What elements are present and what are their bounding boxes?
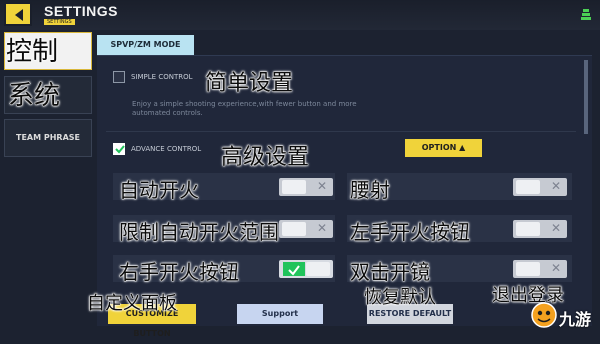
sidebar-item-team-phrase-label: TEAM PHRASE xyxy=(16,133,80,142)
sidebar-item-system-label: 系统 xyxy=(8,81,61,112)
check-icon xyxy=(115,145,125,154)
toggle-knob xyxy=(516,262,540,276)
x-icon: ✕ xyxy=(550,221,561,235)
setting-label-double-tap-scope: 双击开镜 xyxy=(350,260,431,285)
tab-spvp-zm-mode[interactable]: SPVP/ZM MODE xyxy=(97,35,194,55)
page-title: SETTINGS xyxy=(44,3,119,19)
x-icon: ✕ xyxy=(316,179,327,193)
watermark-text: 九游 xyxy=(559,310,592,329)
sidebar-item-team-phrase[interactable]: TEAM PHRASE xyxy=(4,119,92,157)
right-fire-toggle[interactable] xyxy=(279,260,333,278)
simple-control-description: Enjoy a simple shooting experience,with … xyxy=(132,100,357,117)
customize-overlay-label: 自定义面板 xyxy=(87,293,178,315)
back-arrow-icon xyxy=(15,9,23,21)
section-divider xyxy=(106,131,576,132)
setting-label-limit-auto-fire: 限制自动开火范围 xyxy=(119,220,280,245)
setting-label-hip-fire: 腰射 xyxy=(350,178,391,203)
setting-label-auto-fire: 自动开火 xyxy=(119,178,200,203)
x-icon: ✕ xyxy=(550,261,561,275)
toggle-knob xyxy=(516,222,540,236)
limit-auto-fire-toggle[interactable]: ✕ xyxy=(279,220,333,238)
auto-fire-toggle[interactable]: ✕ xyxy=(279,178,333,196)
advance-control-checkbox[interactable] xyxy=(113,143,125,155)
sidebar-item-control-label: 控制 xyxy=(6,37,59,68)
panel-scrollbar[interactable] xyxy=(584,60,588,134)
option-button[interactable]: OPTION ▲ xyxy=(405,139,482,157)
support-button[interactable]: Support xyxy=(237,304,323,324)
simple-control-checkbox[interactable] xyxy=(113,71,125,83)
toggle-knob xyxy=(282,222,306,236)
setting-label-right-fire: 右手开火按钮 xyxy=(119,260,240,285)
toggle-knob xyxy=(282,180,306,194)
toggle-knob xyxy=(516,180,540,194)
double-tap-scope-toggle[interactable]: ✕ xyxy=(513,260,567,278)
left-fire-toggle[interactable]: ✕ xyxy=(513,220,567,238)
simple-control-label: SIMPLE CONTROL xyxy=(131,73,193,81)
check-icon xyxy=(283,262,305,276)
x-icon: ✕ xyxy=(550,179,561,193)
x-icon: ✕ xyxy=(316,221,327,235)
restore-overlay-label: 恢复默认 xyxy=(364,287,437,309)
setting-label-left-fire: 左手开火按钮 xyxy=(350,220,471,245)
simple-control-overlay: 简单设置 xyxy=(205,71,294,97)
advance-control-overlay: 高级设置 xyxy=(221,145,310,171)
page-subtitle: SETTINGS xyxy=(44,19,75,25)
hip-fire-toggle[interactable]: ✕ xyxy=(513,178,567,196)
back-button[interactable] xyxy=(4,2,32,26)
advance-control-label: ADVANCE CONTROL xyxy=(131,145,202,153)
toggle-knob xyxy=(306,262,330,276)
wifi-icon xyxy=(581,9,591,20)
